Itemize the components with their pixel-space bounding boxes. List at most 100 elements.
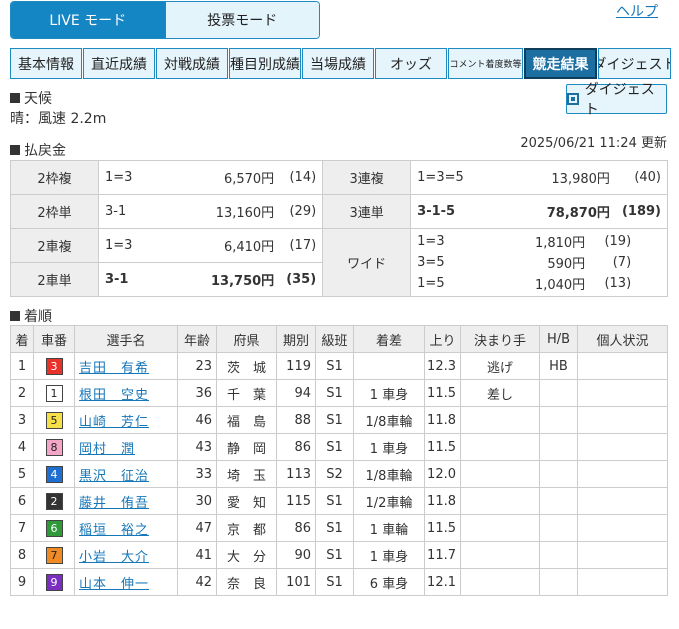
result-class: S1 bbox=[315, 406, 354, 434]
result-name-cell: 稲垣 裕之 bbox=[74, 514, 178, 542]
result-rank: 3 bbox=[10, 406, 34, 434]
wide-payouts: 1=3 1,810円 (19) 3=5 590円 (7) 1=5 1,040円 … bbox=[410, 228, 668, 297]
result-class: S1 bbox=[315, 568, 354, 596]
payout-popularity: (29) bbox=[280, 194, 324, 229]
result-class: S1 bbox=[315, 379, 354, 407]
payout-yen: 13,160円 bbox=[140, 194, 281, 229]
result-agari: 11.5 bbox=[424, 514, 461, 542]
result-prefecture: 大 分 bbox=[216, 541, 277, 569]
tab-digest[interactable]: ダイジェスト bbox=[598, 48, 671, 79]
tab-basic-info[interactable]: 基本情報 bbox=[10, 48, 82, 79]
result-term: 90 bbox=[276, 541, 316, 569]
result-rank: 5 bbox=[10, 460, 34, 488]
result-term: 94 bbox=[276, 379, 316, 407]
result-row: 4 8 岡村 潤 43 静 岡 86 S1 1 車身 11.5 bbox=[10, 433, 668, 461]
header-margin: 着差 bbox=[353, 325, 425, 353]
result-rank: 7 bbox=[10, 514, 34, 542]
result-age: 30 bbox=[177, 487, 217, 515]
car-number-badge: 6 bbox=[45, 519, 63, 537]
car-number-badge: 2 bbox=[45, 492, 63, 510]
rider-name-link[interactable]: 山崎 芳仁 bbox=[79, 415, 149, 430]
payout-table: 2枠複 1=3 6,570円 (14) 3連複 1=3=5 13,980円 (4… bbox=[10, 160, 668, 297]
result-prefecture: 福 島 bbox=[216, 406, 277, 434]
result-class: S2 bbox=[315, 460, 354, 488]
tab-venue-results[interactable]: 当場成績 bbox=[302, 48, 374, 79]
result-class: S1 bbox=[315, 487, 354, 515]
digest-button[interactable]: ダイジェスト bbox=[566, 82, 667, 118]
wide-yen: 1,810円 bbox=[534, 236, 586, 251]
rider-name-link[interactable]: 岡村 潤 bbox=[79, 442, 135, 457]
rider-name-link[interactable]: 稲垣 裕之 bbox=[79, 523, 149, 538]
digest-button-label: ダイジェスト bbox=[584, 82, 655, 118]
header-name: 選手名 bbox=[74, 325, 178, 353]
payout-combo: 3-1-5 bbox=[410, 194, 470, 229]
result-age: 47 bbox=[177, 514, 217, 542]
rider-name-link[interactable]: 吉田 有希 bbox=[79, 361, 149, 376]
result-age: 36 bbox=[177, 379, 217, 407]
header-class: 級班 bbox=[315, 325, 354, 353]
header-age: 年齢 bbox=[177, 325, 217, 353]
bet-mode-button[interactable]: 投票モード bbox=[164, 2, 319, 38]
result-name-cell: 藤井 侑吾 bbox=[74, 487, 178, 515]
header-kimarite: 決まり手 bbox=[460, 325, 540, 353]
result-car-cell: 8 bbox=[33, 433, 75, 461]
tab-race-results[interactable]: 競走結果 bbox=[524, 48, 597, 79]
result-margin bbox=[353, 352, 425, 380]
rider-name-link[interactable]: 根田 空史 bbox=[79, 388, 149, 403]
wide-combo: 1=5 bbox=[417, 276, 445, 291]
live-mode-button[interactable]: LIVE モード bbox=[11, 2, 165, 38]
result-status bbox=[577, 433, 668, 461]
result-agari: 11.8 bbox=[424, 487, 461, 515]
rider-name-link[interactable]: 山本 伸一 bbox=[79, 577, 149, 592]
tab-event-results[interactable]: 種目別成績 bbox=[229, 48, 301, 79]
result-car-cell: 5 bbox=[33, 406, 75, 434]
result-kimarite bbox=[460, 514, 540, 542]
result-row: 9 9 山本 伸一 42 奈 良 101 S1 6 車身 12.1 bbox=[10, 568, 668, 596]
result-margin: 1 車身 bbox=[353, 433, 425, 461]
payout-popularity: (17) bbox=[280, 228, 324, 263]
result-status bbox=[577, 460, 668, 488]
result-rank: 6 bbox=[10, 487, 34, 515]
payout-yen: 6,570円 bbox=[140, 160, 281, 195]
result-margin: 1 車身 bbox=[353, 379, 425, 407]
result-prefecture: 静 岡 bbox=[216, 433, 277, 461]
tab-comments[interactable]: コメント着度数等 bbox=[448, 48, 523, 79]
result-status bbox=[577, 514, 668, 542]
header-hb: H/B bbox=[539, 325, 578, 353]
rider-name-link[interactable]: 黒沢 征治 bbox=[79, 469, 149, 484]
result-row: 7 6 稲垣 裕之 47 京 都 86 S1 1 車輪 11.5 bbox=[10, 514, 668, 542]
result-car-cell: 4 bbox=[33, 460, 75, 488]
payout-yen: 13,980円 bbox=[469, 160, 616, 195]
result-hb bbox=[539, 541, 578, 569]
result-status bbox=[577, 352, 668, 380]
rider-name-link[interactable]: 藤井 侑吾 bbox=[79, 496, 149, 511]
result-term: 101 bbox=[276, 568, 316, 596]
tab-recent-results[interactable]: 直近成績 bbox=[83, 48, 155, 79]
payout-combo: 3-1 bbox=[97, 262, 141, 297]
result-term: 119 bbox=[276, 352, 316, 380]
result-name-cell: 吉田 有希 bbox=[74, 352, 178, 380]
rider-name-link[interactable]: 小岩 大介 bbox=[79, 550, 149, 565]
wide-row: 1=3 1,810円 (19) bbox=[411, 231, 667, 252]
result-prefecture: 奈 良 bbox=[216, 568, 277, 596]
results-heading: 着順 bbox=[10, 306, 52, 326]
payout-row: 2枠単 3-1 13,160円 (29) 3連単 3-1-5 78,870円 (… bbox=[10, 194, 668, 229]
tab-odds[interactable]: オッズ bbox=[375, 48, 447, 79]
result-kimarite bbox=[460, 460, 540, 488]
result-car-cell: 3 bbox=[33, 352, 75, 380]
tab-head-to-head[interactable]: 対戦成績 bbox=[156, 48, 228, 79]
help-link[interactable]: ヘルプ bbox=[616, 1, 658, 21]
result-rank: 4 bbox=[10, 433, 34, 461]
result-term: 113 bbox=[276, 460, 316, 488]
payout-type: 2枠複 bbox=[10, 160, 99, 195]
results-table: 着 車番 選手名 年齢 府県 期別 級班 着差 上り 決まり手 H/B 個人状況… bbox=[10, 325, 668, 596]
result-kimarite bbox=[460, 487, 540, 515]
result-hb bbox=[539, 379, 578, 407]
result-kimarite bbox=[460, 568, 540, 596]
result-margin: 1/2車輪 bbox=[353, 487, 425, 515]
result-class: S1 bbox=[315, 541, 354, 569]
car-number-badge: 1 bbox=[45, 384, 63, 402]
result-age: 41 bbox=[177, 541, 217, 569]
result-car-cell: 6 bbox=[33, 514, 75, 542]
result-hb bbox=[539, 487, 578, 515]
